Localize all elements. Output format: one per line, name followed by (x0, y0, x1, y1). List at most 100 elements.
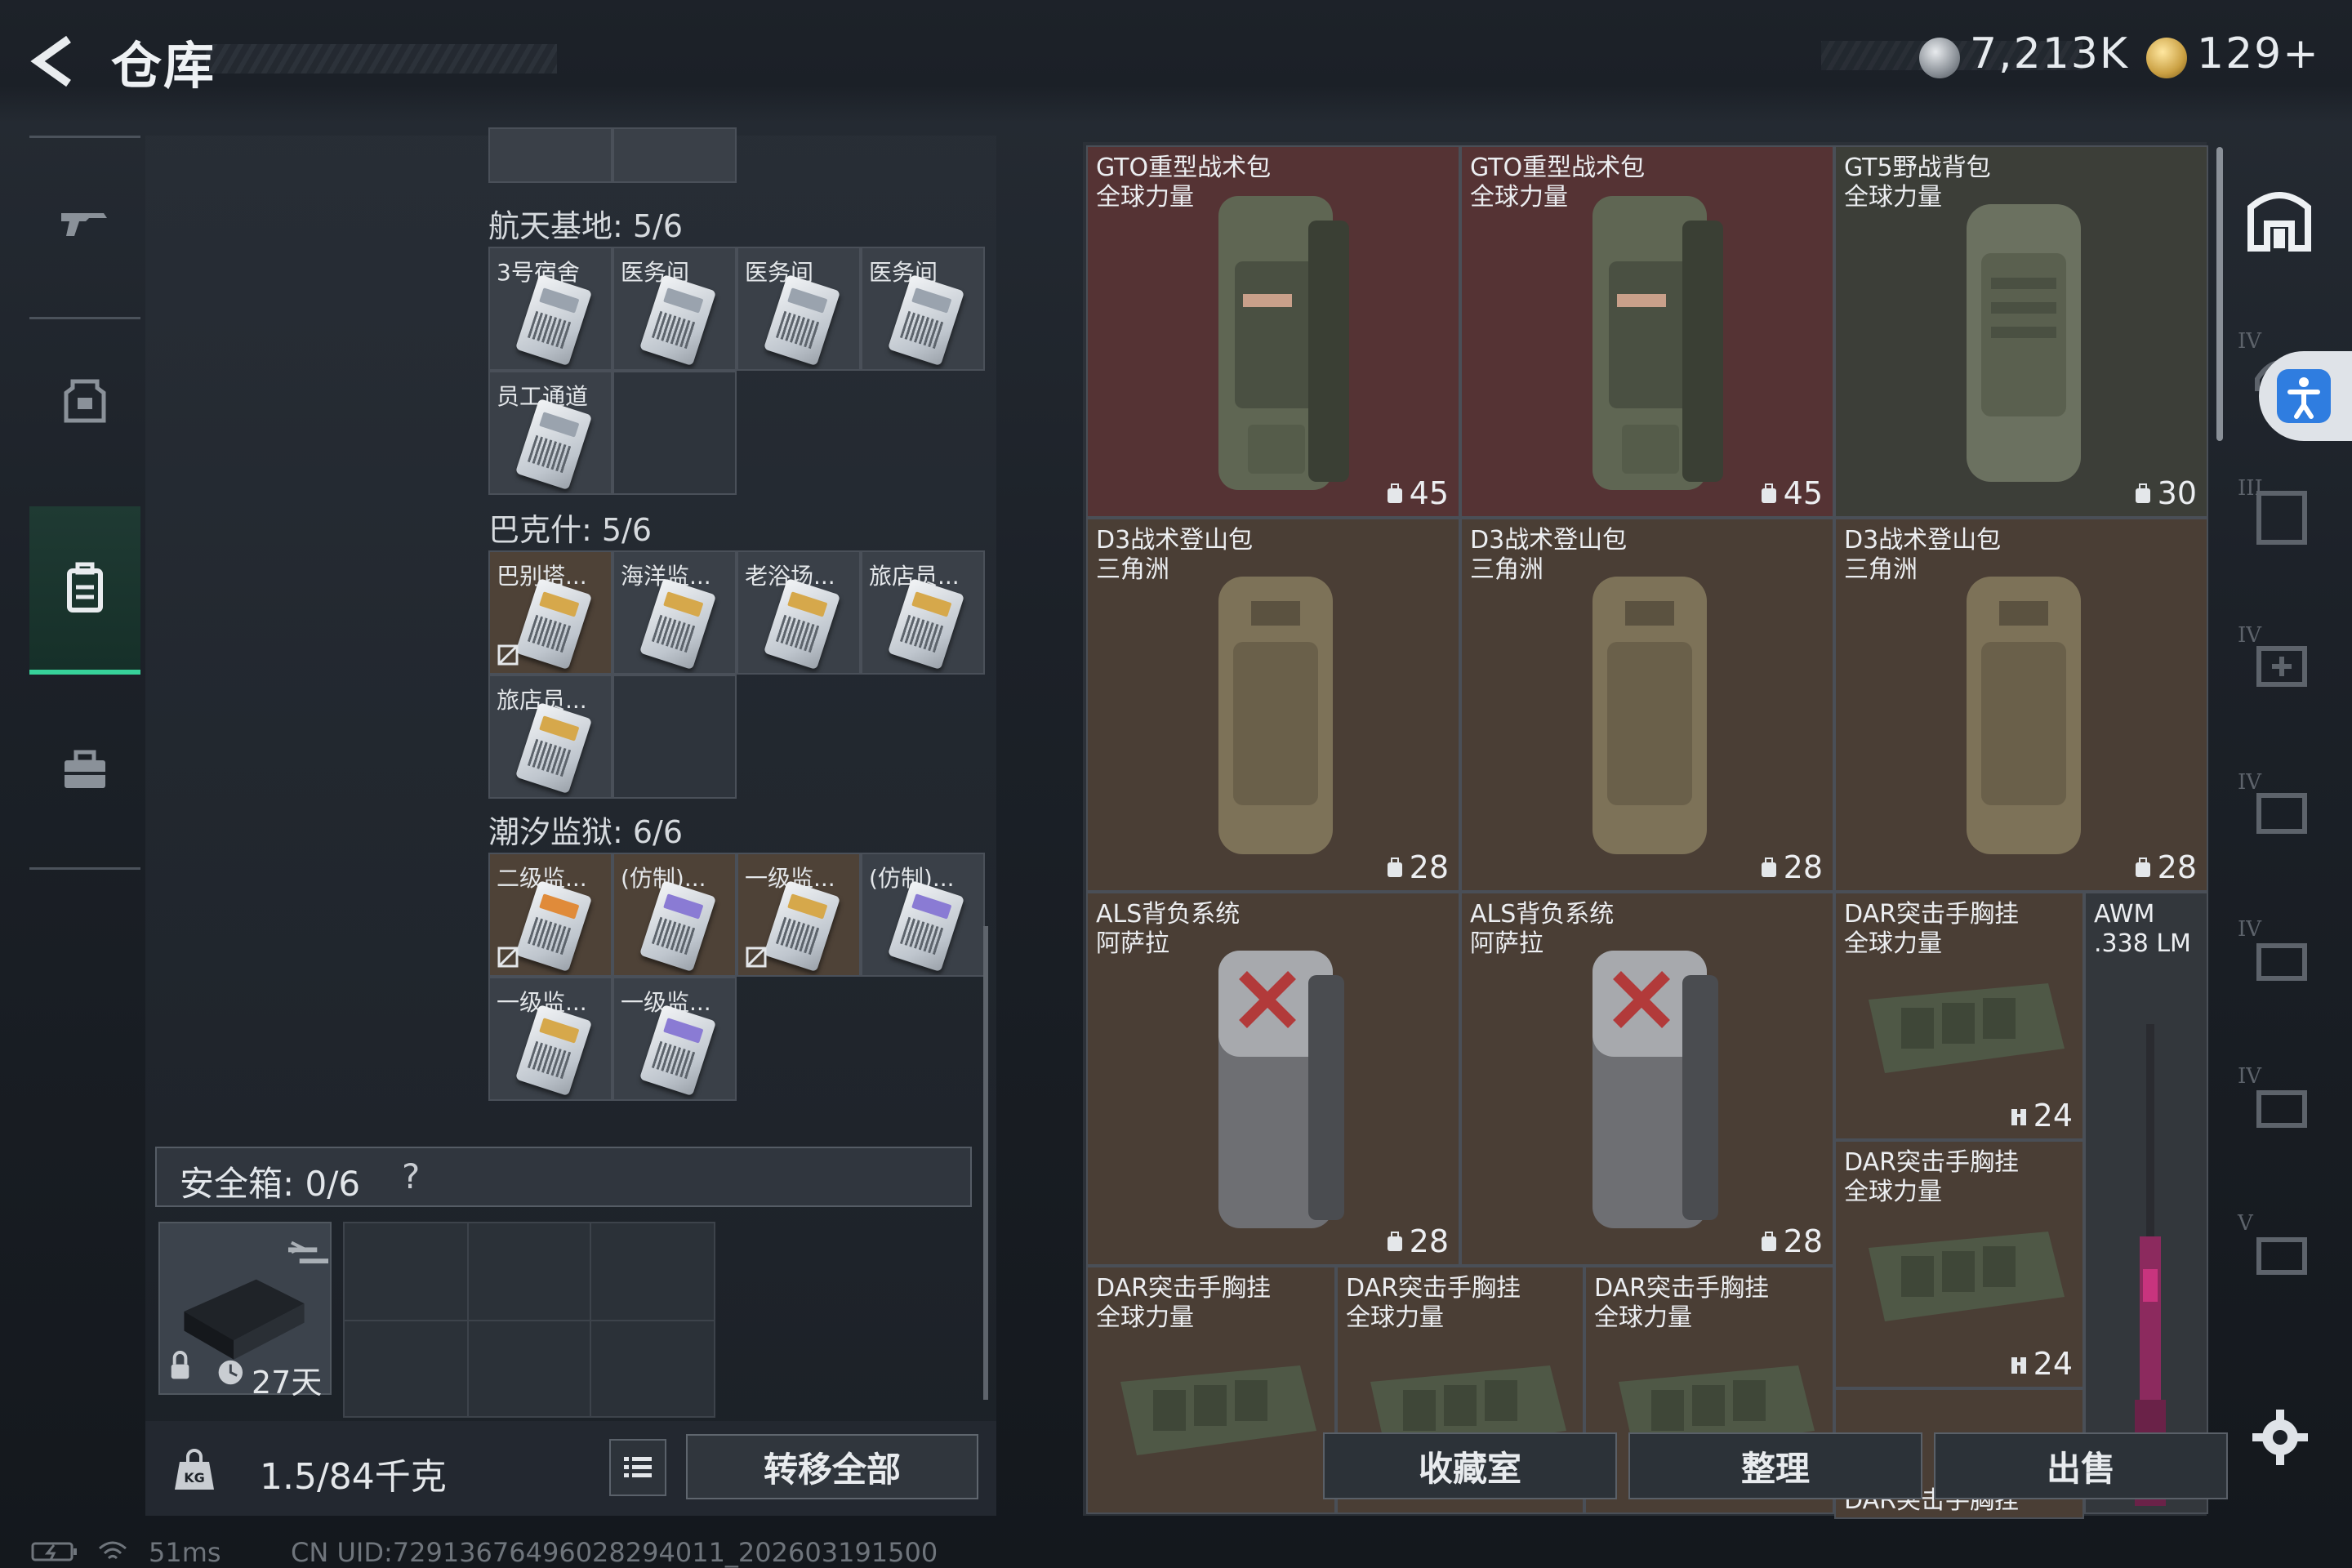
backpack-capacity-icon (1387, 483, 1402, 503)
capacity-value: 30 (2157, 475, 2197, 511)
nav-item-backpack[interactable] (29, 506, 140, 675)
item-capacity: 24 (2009, 1346, 2073, 1382)
all-items-icon[interactable] (2234, 175, 2324, 265)
nav-item-items[interactable] (29, 688, 140, 851)
key-slot[interactable]: 巴别塔... (488, 550, 612, 675)
mountain-backpack-icon (1592, 577, 1707, 854)
item-capacity: 28 (1385, 849, 1449, 885)
backpack-filter-icon[interactable]: IV (2234, 910, 2324, 1000)
capacity-value: 28 (1409, 1223, 1449, 1259)
key-slot-empty (612, 675, 737, 799)
keycard-icon (639, 880, 717, 973)
key-slot[interactable]: 海洋监... (612, 550, 737, 675)
key-slot[interactable]: 一级监... (612, 977, 737, 1101)
keycard-icon (639, 1004, 717, 1097)
item-card[interactable]: D3战术登山包 三角洲 28 (1834, 518, 2208, 892)
key-slot[interactable]: 员工通道 (488, 371, 612, 495)
key-slot[interactable]: 医务间 (612, 247, 737, 371)
page-title: 仓库 (111, 36, 216, 96)
item-card[interactable]: AWM .338 LM (2084, 892, 2208, 1514)
filter-rail: IV III IV IV IV IV V (2218, 142, 2341, 1367)
nav-item-weapons[interactable] (29, 140, 140, 304)
list-icon (624, 1457, 652, 1477)
safebox-container[interactable]: 27天 (158, 1222, 332, 1401)
carry-system-backpack-icon (1218, 951, 1344, 1228)
safebox-duration: 27天 (252, 1365, 323, 1401)
item-name: AWM .338 LM (2094, 900, 2191, 958)
accessibility-button[interactable] (2259, 351, 2352, 441)
item-card[interactable]: D3战术登山包 三角洲 28 (1460, 518, 1834, 892)
medical-filter-icon[interactable]: IV (2234, 616, 2324, 706)
settings-gear-icon[interactable] (2247, 1405, 2313, 1470)
item-capacity: 28 (1385, 1223, 1449, 1259)
key-slot[interactable]: 二级监... (488, 853, 612, 977)
item-card[interactable]: DAR突击手胸挂 全球力量 (1086, 1266, 1336, 1514)
silver-balance: 7,213K (1970, 29, 2129, 78)
key-slot[interactable]: 旅店员... (861, 550, 985, 675)
item-card[interactable]: DAR突击手胸挂 全球力量 24 (1834, 1140, 2084, 1388)
safebox-help-button[interactable]: ? (402, 1156, 420, 1196)
item-name: DAR突击手胸挂 全球力量 (1346, 1274, 1521, 1332)
gun-icon (61, 213, 107, 236)
transfer-all-button[interactable]: 转移全部 (686, 1434, 978, 1499)
chest-rig-capacity-icon (2011, 1357, 2026, 1374)
item-capacity: 45 (1385, 475, 1449, 511)
capacity-value: 28 (1783, 849, 1823, 885)
key-slot[interactable]: 医务间 (861, 247, 985, 371)
item-card[interactable]: D3战术登山包 三角洲 28 (1086, 518, 1460, 892)
svg-text:IV: IV (2238, 329, 2262, 354)
key-slot[interactable] (612, 127, 737, 183)
key-grid-partial (488, 127, 737, 183)
key-slot[interactable]: 老浴场... (737, 550, 861, 675)
keycard-icon (887, 274, 965, 367)
title-stripe-decoration (206, 44, 557, 74)
item-name: DAR突击手胸挂 全球力量 (1594, 1274, 1769, 1332)
item-capacity: 28 (1759, 849, 1823, 885)
left-nav (29, 136, 140, 871)
key-grid-bakhsh: 巴别塔... 海洋监... 老浴场... 旅店员... 旅店员... (488, 550, 985, 799)
item-card[interactable]: ALS背负系统 阿萨拉 28 (1086, 892, 1460, 1266)
backpack-capacity-icon (1761, 483, 1776, 503)
key-slot[interactable]: 一级监... (737, 853, 861, 977)
capacity-value: 45 (1783, 475, 1823, 511)
key-slot[interactable]: 医务间 (737, 247, 861, 371)
misc-filter-icon[interactable]: V (2234, 1204, 2324, 1294)
item-capacity: 30 (2133, 475, 2197, 511)
left-scrollbar[interactable] (983, 926, 988, 1400)
ammo-filter-icon[interactable]: IV (2234, 1057, 2324, 1147)
key-slot[interactable]: 3号宿舍 (488, 247, 612, 371)
item-card[interactable]: GTO重型战术包 全球力量 45 (1460, 145, 1834, 518)
list-view-button[interactable] (609, 1439, 666, 1496)
key-slot-empty (612, 371, 737, 495)
svg-text:IV: IV (2238, 1064, 2262, 1089)
weight-icon: KG (175, 1449, 214, 1490)
item-capacity: 45 (1759, 475, 1823, 511)
gold-balance[interactable]: 129+ (2197, 29, 2320, 78)
keycard-icon (887, 577, 965, 670)
nav-item-gear[interactable] (29, 318, 140, 482)
gold-coin-icon (2146, 38, 2187, 78)
key-slot[interactable] (488, 127, 612, 183)
item-card[interactable]: GTO重型战术包 全球力量 45 (1086, 145, 1460, 518)
collection-room-button[interactable]: 收藏室 (1323, 1432, 1617, 1499)
armor-filter-icon[interactable]: III (2234, 469, 2324, 559)
key-slot[interactable]: 一级监... (488, 977, 612, 1101)
key-slot[interactable]: 旅店员... (488, 675, 612, 799)
item-card[interactable]: DAR突击手胸挂 全球力量 24 (1834, 892, 2084, 1140)
field-backpack-icon (1967, 204, 2081, 482)
no-trade-icon (746, 947, 767, 968)
ping-text: 51ms (149, 1537, 221, 1568)
accessibility-icon (2277, 369, 2331, 423)
key-slot[interactable]: (仿制)... (861, 853, 985, 977)
sell-button[interactable]: 出售 (1934, 1432, 2228, 1499)
item-card[interactable]: GT5野战背包 全球力量 30 (1834, 145, 2208, 518)
item-card[interactable]: ALS背负系统 阿萨拉 28 (1460, 892, 1834, 1266)
back-button[interactable] (26, 33, 83, 90)
sort-button[interactable]: 整理 (1628, 1432, 1922, 1499)
chest-rig-filter-icon[interactable]: IV (2234, 763, 2324, 853)
backpack-capacity-icon (1761, 858, 1776, 877)
keycard-icon (639, 274, 717, 367)
key-slot[interactable]: (仿制)... (612, 853, 737, 977)
backpack-icon (67, 562, 103, 612)
capacity-value: 28 (2157, 849, 2197, 885)
